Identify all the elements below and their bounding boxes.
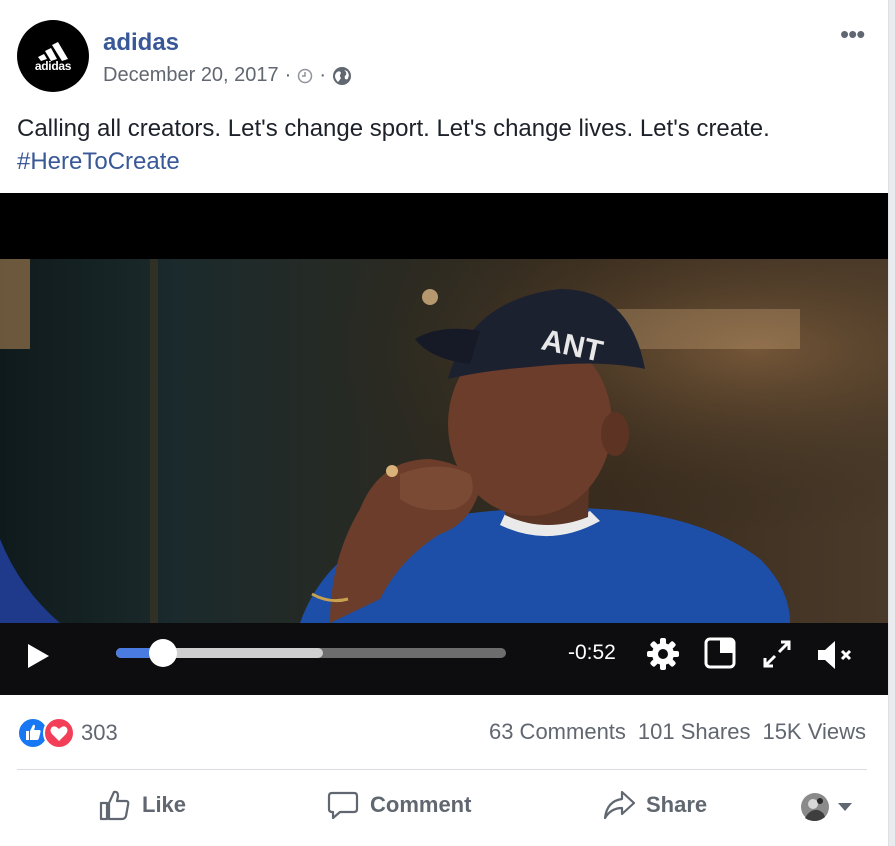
shares-count-link[interactable]: 101 Shares <box>638 719 751 745</box>
page-name-link[interactable]: adidas <box>103 29 179 57</box>
page-avatar[interactable]: adidas <box>17 20 89 92</box>
video-scene: ANT <box>0 259 888 623</box>
meta-separator: · <box>319 64 327 86</box>
reaction-as-selector[interactable] <box>800 792 852 822</box>
reaction-count: 303 <box>81 720 118 745</box>
post-meta: December 20, 2017 · · <box>103 64 352 87</box>
video-player[interactable]: ANT -0:52 <box>0 193 888 695</box>
share-arrow-icon <box>603 790 636 820</box>
comment-button[interactable]: Comment <box>326 788 471 822</box>
comments-count-link[interactable]: 63 Comments <box>489 719 626 745</box>
post-date[interactable]: December 20, 2017 <box>103 64 279 87</box>
share-label: Share <box>646 792 708 817</box>
like-button[interactable]: Like <box>98 788 186 822</box>
time-remaining: -0:52 <box>568 641 616 664</box>
caret-down-icon <box>838 803 852 811</box>
post-caption: Calling all creators. Let's change sport… <box>17 112 877 178</box>
like-label: Like <box>142 792 187 817</box>
caption-text: Calling all creators. Let's change sport… <box>17 115 770 142</box>
meta-separator: · <box>284 64 292 86</box>
hashtag-link[interactable]: #HereToCreate <box>17 145 877 178</box>
post-options-button[interactable]: ••• <box>840 21 865 47</box>
post-actions: Like Comment Share <box>0 770 888 846</box>
progress-scrubber[interactable] <box>148 639 177 667</box>
globe-icon[interactable] <box>332 66 352 86</box>
play-icon[interactable] <box>26 643 50 669</box>
clock-icon <box>298 68 313 83</box>
video-frame[interactable]: ANT <box>0 259 888 623</box>
views-count: 15K Views <box>762 719 866 744</box>
post-card: adidas adidas December 20, 2017 · · ••• … <box>0 0 889 846</box>
comment-bubble-icon <box>327 791 359 820</box>
post-stats: 303 63 Comments 101 Shares 15K Views <box>0 695 888 769</box>
picture-in-picture-icon[interactable] <box>704 637 736 669</box>
engagement-counts: 63 Comments 101 Shares 15K Views <box>489 719 866 745</box>
adidas-logo-icon <box>38 42 68 61</box>
video-progress-bar[interactable] <box>116 639 506 667</box>
share-button[interactable]: Share <box>602 788 707 822</box>
gear-icon[interactable] <box>646 637 680 671</box>
love-reaction-icon <box>43 717 75 749</box>
fullscreen-icon[interactable] <box>762 639 792 669</box>
avatar-logo-text: adidas <box>34 59 72 73</box>
reactions-summary[interactable]: 303 <box>17 717 118 749</box>
thumbs-up-icon <box>99 790 130 821</box>
video-controls: -0:52 <box>0 623 888 695</box>
comment-label: Comment <box>370 792 472 817</box>
user-avatar <box>801 793 829 821</box>
mute-icon[interactable] <box>816 639 856 671</box>
